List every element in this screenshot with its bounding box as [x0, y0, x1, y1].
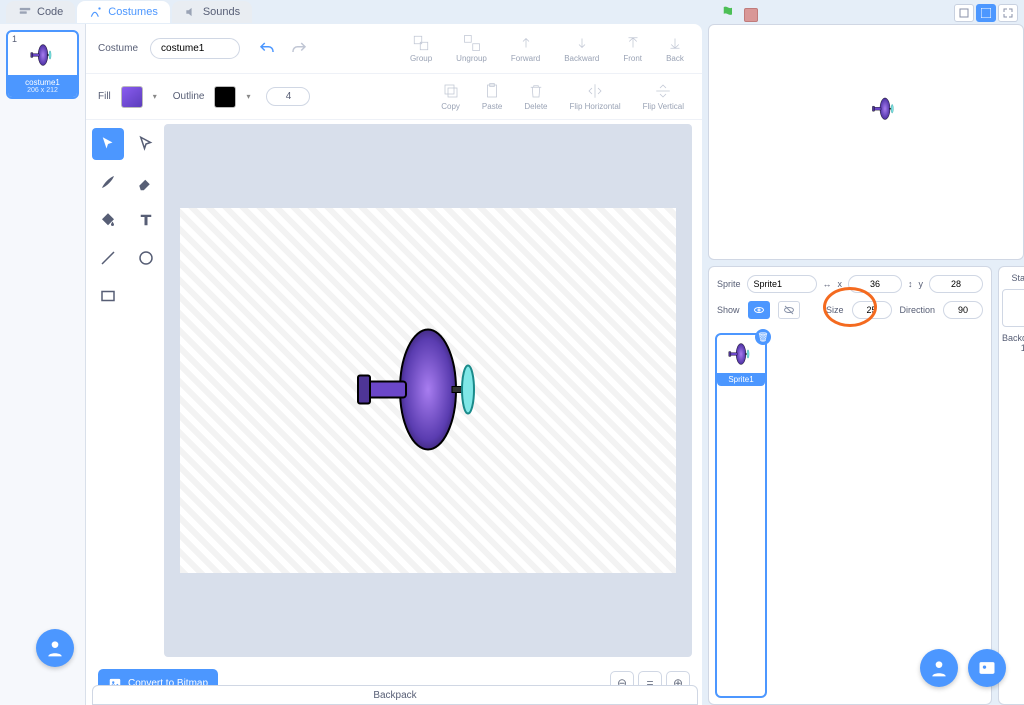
show-visible-button[interactable] — [748, 301, 770, 319]
add-backdrop-fab[interactable] — [968, 649, 1006, 687]
y-input[interactable] — [929, 275, 983, 293]
backward-button[interactable]: Backward — [558, 32, 605, 65]
sprite-info-panel: Sprite ↔ x ↕ y Show Size Direction — [708, 266, 992, 705]
costume-name-input[interactable] — [150, 38, 240, 59]
fullscreen-button[interactable] — [998, 4, 1018, 22]
costume-thumb-name: costume1 — [25, 78, 60, 87]
costume-thumb[interactable]: 1 costume1206 x 212 — [6, 30, 79, 99]
front-button[interactable]: Front — [617, 32, 648, 65]
sprite-name-label: Sprite — [717, 279, 741, 289]
x-input[interactable] — [848, 275, 902, 293]
direction-input[interactable] — [943, 301, 983, 319]
flip-vertical-button[interactable]: Flip Vertical — [637, 80, 690, 113]
tab-costumes-label: Costumes — [108, 6, 158, 18]
text-tool[interactable] — [130, 204, 162, 236]
backdrops-count: 1 — [1002, 343, 1024, 353]
x-label: x — [838, 279, 843, 289]
show-hidden-button[interactable] — [778, 301, 800, 319]
costume-name-label: Costume — [98, 43, 138, 54]
forward-button[interactable]: Forward — [505, 32, 546, 65]
brush-tool[interactable] — [92, 166, 124, 198]
select-tool[interactable] — [92, 128, 124, 160]
fill-tool[interactable] — [92, 204, 124, 236]
add-costume-fab[interactable] — [36, 629, 74, 667]
copy-button[interactable]: Copy — [435, 80, 466, 113]
size-input[interactable] — [852, 301, 892, 319]
sprite-card-label: Sprite1 — [717, 373, 765, 386]
outline-dropdown-icon[interactable]: ▾ — [246, 92, 256, 101]
stop-icon[interactable] — [744, 8, 758, 22]
reshape-tool[interactable] — [130, 128, 162, 160]
flip-horizontal-button[interactable]: Flip Horizontal — [564, 80, 627, 113]
stage-panel[interactable]: Stage Backdrops 1 — [998, 266, 1024, 705]
delete-button[interactable]: Delete — [518, 80, 553, 113]
tab-sounds[interactable]: Sounds — [172, 1, 252, 23]
green-flag-icon[interactable] — [720, 4, 738, 25]
paint-editor: Costume Group Ungroup Forward Backward F… — [86, 24, 702, 705]
show-label: Show — [717, 305, 740, 315]
costume-list: 1 costume1206 x 212 — [0, 24, 86, 705]
rectangle-tool[interactable] — [92, 280, 124, 312]
sprite-name-input[interactable] — [747, 275, 817, 293]
tab-sounds-label: Sounds — [203, 6, 240, 18]
backdrop-thumb[interactable] — [1002, 289, 1024, 327]
stage-preview[interactable] — [708, 24, 1024, 260]
stage-large-button[interactable] — [976, 4, 996, 22]
backdrops-label: Backdrops — [1002, 333, 1024, 343]
backpack-drawer[interactable]: Backpack — [92, 685, 698, 705]
y-icon: ↕ — [908, 279, 913, 289]
add-sprite-fab[interactable] — [920, 649, 958, 687]
redo-button[interactable] — [284, 38, 314, 60]
stage-label: Stage — [1002, 273, 1024, 283]
fill-swatch[interactable] — [121, 86, 143, 108]
costume-thumb-dims: 206 x 212 — [8, 87, 77, 94]
xy-icon: ↔ — [823, 279, 832, 289]
delete-sprite-icon[interactable]: 🗑 — [755, 329, 771, 345]
tool-palette — [86, 120, 164, 661]
tab-costumes[interactable]: Costumes — [77, 1, 170, 23]
undo-button[interactable] — [252, 38, 282, 60]
group-button[interactable]: Group — [404, 32, 438, 65]
tab-code-label: Code — [37, 6, 63, 18]
size-label: Size — [826, 305, 844, 315]
stage-small-button[interactable] — [954, 4, 974, 22]
outline-label: Outline — [173, 91, 205, 102]
fill-dropdown-icon[interactable]: ▾ — [153, 92, 163, 101]
costume-index: 1 — [12, 34, 17, 44]
fill-label: Fill — [98, 91, 111, 102]
sprite-list: 🗑 Sprite1 — [709, 327, 991, 704]
back-button[interactable]: Back — [660, 32, 690, 65]
direction-label: Direction — [900, 305, 936, 315]
ungroup-button[interactable]: Ungroup — [450, 32, 493, 65]
outline-swatch[interactable] — [214, 86, 236, 108]
eraser-tool[interactable] — [130, 166, 162, 198]
tab-code[interactable]: Code — [6, 1, 75, 23]
y-label: y — [919, 279, 924, 289]
sprite-card[interactable]: 🗑 Sprite1 — [715, 333, 767, 698]
paste-button[interactable]: Paste — [476, 80, 508, 113]
circle-tool[interactable] — [130, 242, 162, 274]
line-tool[interactable] — [92, 242, 124, 274]
canvas[interactable] — [164, 124, 692, 657]
outline-thickness-input[interactable]: 4 — [266, 87, 310, 106]
